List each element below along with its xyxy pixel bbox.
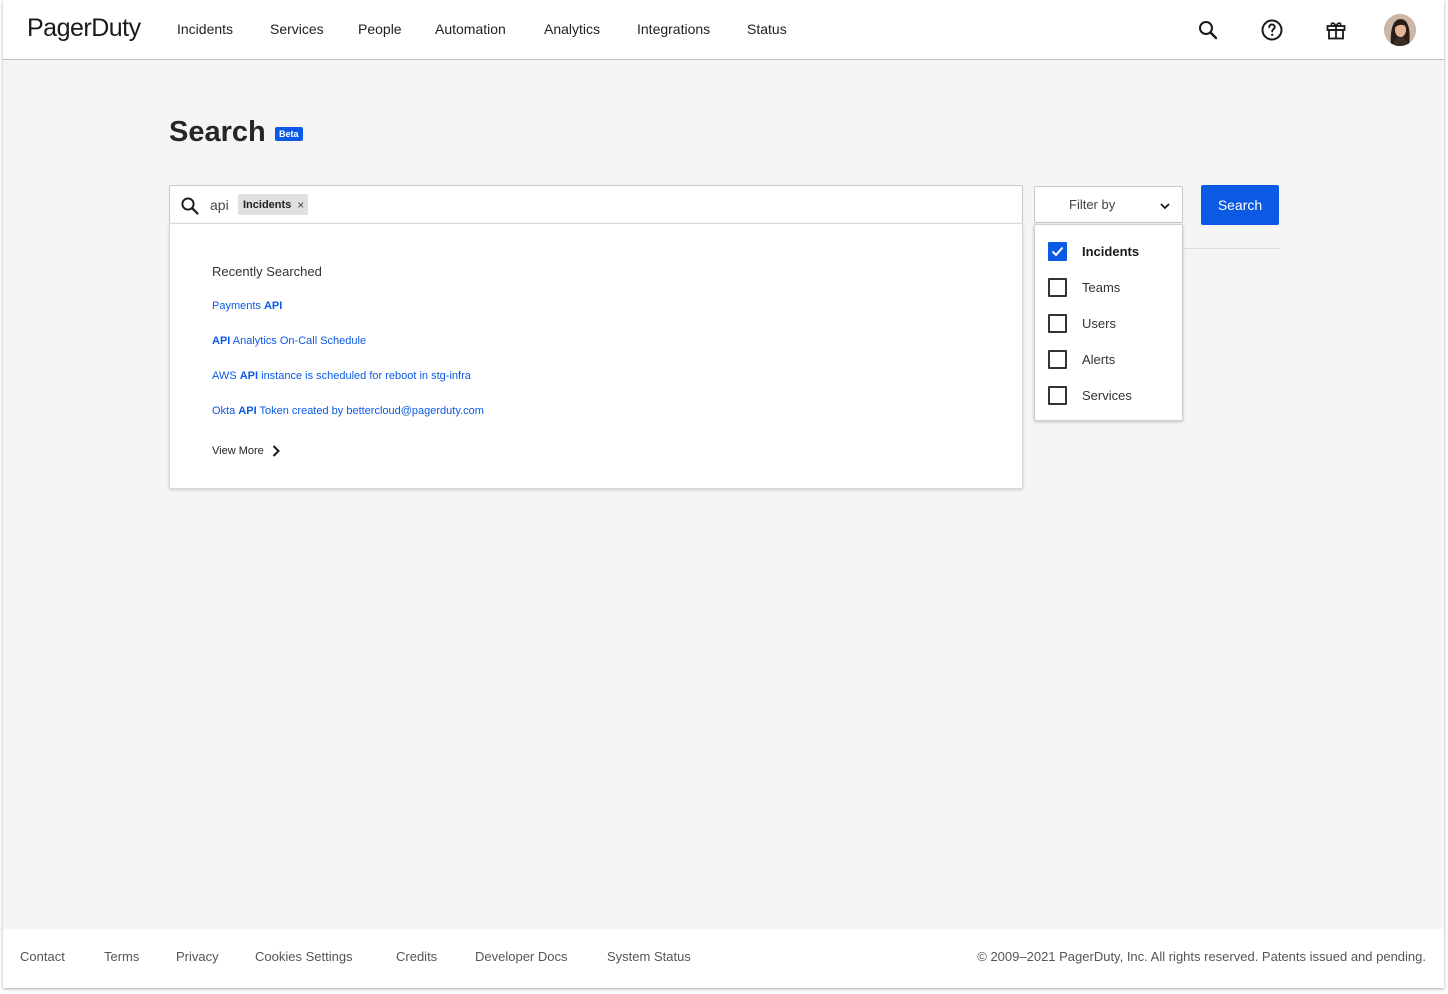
filter-options-menu: Incidents Teams Users Alerts Services	[1034, 224, 1183, 421]
filter-option-label: Teams	[1082, 279, 1121, 295]
top-navigation-bar: PagerDuty Incidents Services People Auto…	[3, 0, 1444, 60]
search-button[interactable]: Search	[1201, 185, 1279, 225]
user-avatar[interactable]	[1384, 14, 1416, 46]
nav-integrations[interactable]: Integrations	[637, 21, 710, 37]
filter-option-alerts[interactable]: Alerts	[1048, 349, 1115, 369]
app-frame: PagerDuty Incidents Services People Auto…	[3, 0, 1444, 988]
filter-chip-incidents: Incidents ×	[238, 194, 309, 215]
recent-item-text: AWS	[212, 370, 240, 382]
beta-badge: Beta	[275, 127, 303, 141]
view-more-label: View More	[212, 445, 264, 457]
filter-chip-label: Incidents	[243, 198, 292, 211]
footer: Contact Terms Privacy Cookies Settings C…	[3, 929, 1444, 988]
recent-searches-dropdown: Recently Searched Payments API API Analy…	[169, 223, 1023, 489]
filter-option-label: Users	[1082, 315, 1116, 331]
recent-search-item[interactable]: Payments API	[212, 300, 282, 312]
chevron-right-icon	[272, 445, 280, 457]
filter-option-teams[interactable]: Teams	[1048, 277, 1120, 297]
avatar-image	[1384, 14, 1416, 46]
search-icon	[181, 197, 199, 215]
footer-link-system-status[interactable]: System Status	[607, 949, 691, 964]
footer-link-privacy[interactable]: Privacy	[176, 949, 219, 964]
footer-link-terms[interactable]: Terms	[104, 949, 139, 964]
search-input[interactable]: api Incidents ×	[169, 185, 1023, 224]
filter-option-incidents[interactable]: Incidents	[1048, 241, 1139, 261]
checkbox[interactable]	[1048, 385, 1067, 405]
nav-status[interactable]: Status	[747, 21, 787, 37]
view-more-link[interactable]: View More	[212, 445, 280, 457]
filter-by-select[interactable]: Filter by	[1034, 186, 1183, 223]
recent-item-text: Token created by bettercloud@pagerduty.c…	[256, 405, 484, 417]
recent-item-text: Okta	[212, 405, 239, 417]
recent-item-text: instance is scheduled for reboot in stg-…	[258, 370, 471, 382]
search-icon[interactable]	[1196, 18, 1220, 42]
copyright-text: © 2009–2021 PagerDuty, Inc. All rights r…	[977, 949, 1426, 964]
nav-automation[interactable]: Automation	[435, 21, 506, 37]
nav-analytics[interactable]: Analytics	[544, 21, 600, 37]
divider	[1183, 248, 1279, 249]
recent-search-item[interactable]: AWS API instance is scheduled for reboot…	[212, 370, 471, 382]
checkbox[interactable]	[1048, 277, 1067, 297]
filter-option-label: Incidents	[1082, 243, 1140, 259]
recent-item-match: API	[263, 300, 283, 312]
footer-link-developer-docs[interactable]: Developer Docs	[475, 949, 568, 964]
recent-item-text: Payments	[212, 300, 264, 312]
checkbox-checked[interactable]	[1048, 241, 1067, 261]
recent-item-match: API	[239, 370, 259, 382]
nav-incidents[interactable]: Incidents	[177, 21, 233, 37]
footer-link-contact[interactable]: Contact	[20, 949, 65, 964]
filter-option-label: Alerts	[1082, 351, 1116, 367]
pagerduty-logo[interactable]: PagerDuty	[27, 14, 141, 43]
filter-option-users[interactable]: Users	[1048, 313, 1116, 333]
chip-remove-icon[interactable]: ×	[297, 198, 304, 212]
footer-link-credits[interactable]: Credits	[396, 949, 437, 964]
page-title: Search	[169, 116, 266, 148]
recent-searches-heading: Recently Searched	[212, 264, 322, 279]
gift-icon[interactable]	[1324, 18, 1348, 42]
checkbox[interactable]	[1048, 349, 1067, 369]
help-icon[interactable]	[1260, 18, 1284, 42]
nav-people[interactable]: People	[358, 21, 402, 37]
chevron-down-icon	[1160, 203, 1170, 210]
filter-option-label: Services	[1082, 387, 1132, 403]
nav-services[interactable]: Services	[270, 21, 324, 37]
recent-item-match: API	[238, 405, 257, 417]
search-query-text[interactable]: api	[210, 197, 229, 213]
filter-by-label: Filter by	[1069, 197, 1116, 212]
recent-search-item[interactable]: API Analytics On-Call Schedule	[212, 335, 366, 347]
recent-item-match: API	[212, 335, 231, 347]
checkmark-icon	[1051, 246, 1064, 256]
recent-search-item[interactable]: Okta API Token created by bettercloud@pa…	[212, 405, 484, 417]
checkbox[interactable]	[1048, 313, 1067, 333]
filter-option-services[interactable]: Services	[1048, 385, 1132, 405]
recent-item-text: Analytics On-Call Schedule	[230, 335, 367, 347]
footer-link-cookies-settings[interactable]: Cookies Settings	[255, 949, 353, 964]
